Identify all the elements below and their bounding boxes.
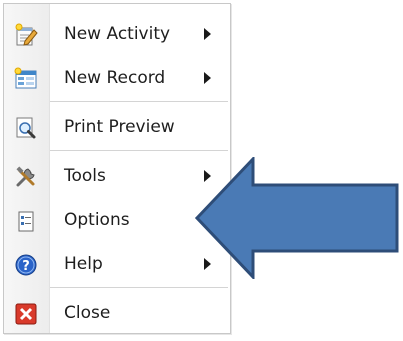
menu-item-label: Tools bbox=[64, 166, 106, 186]
options-icon bbox=[14, 209, 38, 233]
close-icon bbox=[14, 302, 38, 326]
menu-item-close[interactable]: Close bbox=[4, 296, 230, 330]
chevron-right-icon bbox=[204, 28, 211, 40]
chevron-right-icon bbox=[204, 72, 211, 84]
arrow-annotation-icon bbox=[195, 157, 399, 279]
print-preview-icon bbox=[14, 116, 38, 140]
svg-text:?: ? bbox=[22, 259, 30, 274]
menu-item-label: Help bbox=[64, 254, 103, 274]
menu-item-label: Print Preview bbox=[64, 117, 175, 137]
menu-separator bbox=[50, 101, 228, 102]
menu-item-label: New Activity bbox=[64, 24, 171, 44]
menu-item-print-preview[interactable]: Print Preview bbox=[4, 110, 230, 144]
menu-separator bbox=[50, 150, 228, 151]
new-activity-icon bbox=[14, 23, 38, 47]
menu-item-new-activity[interactable]: New Activity bbox=[4, 17, 230, 51]
help-icon: ? bbox=[14, 253, 38, 277]
menu-item-new-record[interactable]: New Record bbox=[4, 61, 230, 95]
menu-item-label: New Record bbox=[64, 68, 166, 88]
tools-icon bbox=[14, 165, 38, 189]
menu-item-label: Close bbox=[64, 303, 111, 323]
new-record-icon bbox=[14, 67, 38, 91]
menu-separator bbox=[50, 287, 228, 288]
menu-item-label: Options bbox=[64, 210, 130, 230]
